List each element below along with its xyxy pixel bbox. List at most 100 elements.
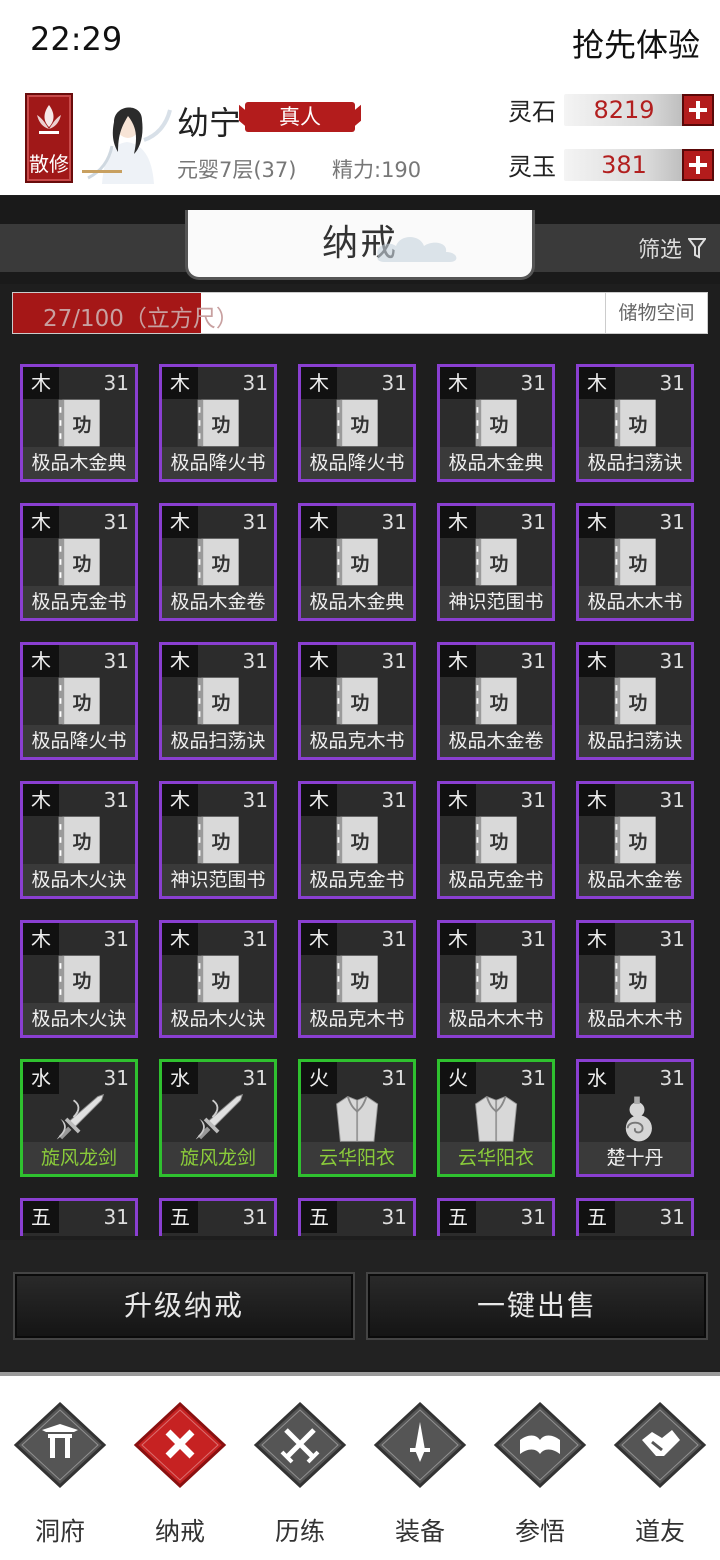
svg-text:功: 功 xyxy=(73,693,92,714)
inventory-item[interactable]: 水 31 旋风龙剑 xyxy=(20,1059,138,1177)
inventory-item[interactable]: 木 31 功极品克金书 xyxy=(437,781,555,899)
inventory-item[interactable]: 水 31 楚十丹 xyxy=(576,1059,694,1177)
nav-item[interactable]: 纳戒 xyxy=(120,1396,240,1556)
item-icon xyxy=(609,1229,665,1236)
item-level: 31 xyxy=(520,1205,546,1229)
book-icon: 功 xyxy=(58,399,100,447)
capacity-bar: 27/100（立方尺） 储物空间 xyxy=(12,292,708,334)
inventory-grid: 木 31 功极品木金典木 31 功极品降火书木 31 功极品降火书木 31 功极品木金典木 31 功… xyxy=(20,364,694,1236)
upgrade-ring-button[interactable]: 升级纳戒 xyxy=(13,1272,355,1340)
inventory-item[interactable]: 五 31 xyxy=(576,1198,694,1236)
item-name: 极品木金卷 xyxy=(579,864,691,896)
inventory-item[interactable]: 木 31 功极品木火诀 xyxy=(159,920,277,1038)
inventory-item[interactable]: 木 31 功极品扫荡诀 xyxy=(576,642,694,760)
inventory-item[interactable]: 木 31 功极品扫荡诀 xyxy=(576,364,694,482)
dagger-icon xyxy=(373,1401,467,1489)
book-icon: 功 xyxy=(197,955,239,1003)
clock: 22:29 xyxy=(30,20,123,58)
spirit-stone-value: 8219 xyxy=(564,94,684,126)
item-name: 极品木金典 xyxy=(301,586,413,618)
item-level: 31 xyxy=(103,1066,129,1090)
inventory-item[interactable]: 木 31 功极品克金书 xyxy=(20,503,138,621)
nav-item[interactable]: 装备 xyxy=(360,1396,480,1556)
add-spirit-jade-button[interactable] xyxy=(682,149,714,181)
inventory-item[interactable]: 木 31 功极品木木书 xyxy=(437,920,555,1038)
svg-text:功: 功 xyxy=(212,554,231,575)
book-icon: 功 xyxy=(614,538,656,586)
inventory-item[interactable]: 木 31 功极品木金典 xyxy=(20,364,138,482)
inventory-item[interactable]: 木 31 功极品降火书 xyxy=(20,642,138,760)
spirit-stone-row: 灵石 8219 xyxy=(508,94,714,128)
item-level: 31 xyxy=(242,1066,268,1090)
nav-item[interactable]: 道友 xyxy=(600,1396,720,1556)
add-spirit-stone-button[interactable] xyxy=(682,94,714,126)
inventory-item[interactable]: 木 31 功极品克金书 xyxy=(298,781,416,899)
ring-icon xyxy=(133,1401,227,1489)
item-name: 极品克木书 xyxy=(301,725,413,757)
item-level: 31 xyxy=(242,510,268,534)
filter-button[interactable]: 筛选 xyxy=(638,232,706,264)
inventory-item[interactable]: 水 31 旋风龙剑 xyxy=(159,1059,277,1177)
inventory-item[interactable]: 木 31 功极品扫荡诀 xyxy=(159,642,277,760)
early-access-link[interactable]: 抢先体验 xyxy=(572,20,700,66)
robe-icon xyxy=(475,1096,518,1142)
nav-label: 洞府 xyxy=(34,1517,85,1546)
inventory-item[interactable]: 木 31 功神识范围书 xyxy=(437,503,555,621)
nav-item[interactable]: 参悟 xyxy=(480,1396,600,1556)
book-icon: 功 xyxy=(475,955,517,1003)
inventory-item[interactable]: 五 31 xyxy=(437,1198,555,1236)
inventory-item[interactable]: 五 31 xyxy=(298,1198,416,1236)
inventory-item[interactable]: 木 31 功极品木金典 xyxy=(298,503,416,621)
inventory-item[interactable]: 木 31 功极品木金卷 xyxy=(576,781,694,899)
item-name: 旋风龙剑 xyxy=(162,1142,274,1174)
inventory-item[interactable]: 木 31 功极品木火诀 xyxy=(20,781,138,899)
inventory-item[interactable]: 木 31 功极品木金卷 xyxy=(159,503,277,621)
item-level: 31 xyxy=(520,510,546,534)
inventory-item[interactable]: 五 31 xyxy=(159,1198,277,1236)
item-level: 31 xyxy=(242,649,268,673)
inventory-item[interactable]: 木 31 功极品木木书 xyxy=(576,920,694,1038)
item-level: 31 xyxy=(520,1066,546,1090)
inventory-item[interactable]: 五 31 xyxy=(20,1198,138,1236)
nav-item[interactable]: 历练 xyxy=(240,1396,360,1556)
inventory-grid-area[interactable]: 木 31 功极品木金典木 31 功极品降火书木 31 功极品降火书木 31 功极品木金典木 31 功… xyxy=(0,344,720,1236)
inventory-item[interactable]: 木 31 功极品降火书 xyxy=(298,364,416,482)
filter-icon xyxy=(688,238,706,259)
inventory-item[interactable]: 木 31 功极品克木书 xyxy=(298,920,416,1038)
item-name: 极品木金卷 xyxy=(162,586,274,618)
svg-text:功: 功 xyxy=(629,693,648,714)
item-level: 31 xyxy=(659,788,685,812)
inventory-item[interactable]: 木 31 功极品木金典 xyxy=(437,364,555,482)
sell-all-button[interactable]: 一键出售 xyxy=(366,1272,708,1340)
sword-icon xyxy=(195,1093,244,1140)
book-icon: 功 xyxy=(58,538,100,586)
book-icon: 功 xyxy=(58,816,100,864)
inventory-item[interactable]: 火 31 云华阳衣 xyxy=(437,1059,555,1177)
inventory-item[interactable]: 木 31 功极品木木书 xyxy=(576,503,694,621)
item-level: 31 xyxy=(659,371,685,395)
inventory-item[interactable]: 木 31 功极品降火书 xyxy=(159,364,277,482)
book-icon: 功 xyxy=(614,816,656,864)
nav-item[interactable]: 洞府 xyxy=(0,1396,120,1556)
book-icon: 功 xyxy=(336,955,378,1003)
item-name: 极品木火诀 xyxy=(23,864,135,896)
inventory-item[interactable]: 木 31 功极品克木书 xyxy=(298,642,416,760)
item-level: 31 xyxy=(381,1205,407,1229)
item-name: 极品木木书 xyxy=(579,1003,691,1035)
inventory-item[interactable]: 木 31 功极品木火诀 xyxy=(20,920,138,1038)
item-name: 极品降火书 xyxy=(162,447,274,479)
inventory-item[interactable]: 火 31 云华阳衣 xyxy=(298,1059,416,1177)
avatar[interactable] xyxy=(82,96,172,184)
inventory-item[interactable]: 木 31 功神识范围书 xyxy=(159,781,277,899)
sect-badge[interactable]: 散修 xyxy=(25,93,73,183)
item-name: 极品降火书 xyxy=(301,447,413,479)
gate-icon xyxy=(13,1401,107,1489)
title-bar: 纳戒 筛选 xyxy=(0,196,720,284)
handshake-icon xyxy=(613,1401,707,1489)
storage-space-button[interactable]: 储物空间 xyxy=(605,293,707,333)
item-name: 极品木火诀 xyxy=(162,1003,274,1035)
book-icon: 功 xyxy=(336,399,378,447)
book-icon: 功 xyxy=(336,816,378,864)
inventory-item[interactable]: 木 31 功极品木金卷 xyxy=(437,642,555,760)
item-name: 极品木木书 xyxy=(440,1003,552,1035)
